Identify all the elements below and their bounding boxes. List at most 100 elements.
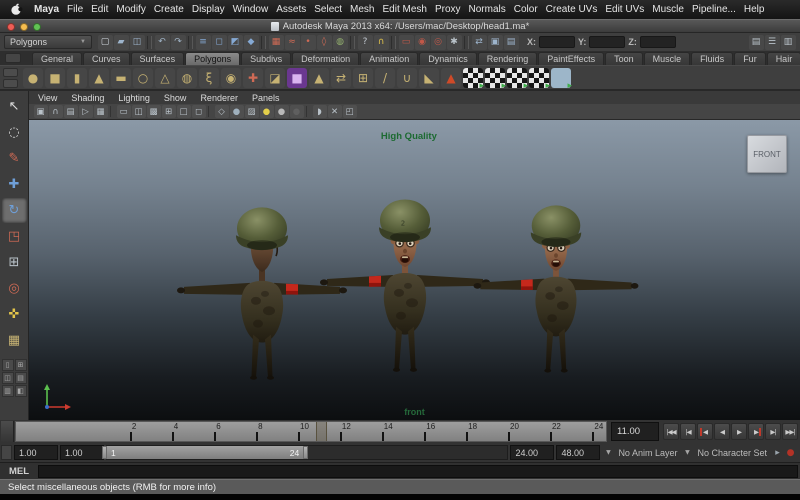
panel-menu-view[interactable]: View [38,93,57,103]
command-line-input[interactable] [38,465,798,478]
minimize-window-button[interactable] [20,23,28,31]
make-live-icon[interactable]: ◍ [333,35,348,50]
lock-camera-icon[interactable]: ∩ [49,105,63,118]
shelf-tab-toon[interactable]: Toon [605,52,643,65]
panel-menu-panels[interactable]: Panels [252,93,280,103]
x-input[interactable] [539,36,575,48]
go-to-playback-start-button[interactable]: |◀◀ [663,423,679,440]
current-time-field[interactable]: 11.00 [611,422,659,441]
isolate-select-icon[interactable]: ◰ [343,105,357,118]
range-start-handle[interactable] [102,446,107,459]
default-light-icon[interactable]: ● [275,105,289,118]
automatic-mapping-icon[interactable] [529,68,549,88]
attribute-editor-icon[interactable]: ▤ [749,35,764,50]
booleans-icon[interactable]: ◪ [265,68,285,88]
bevel-icon[interactable]: ◣ [419,68,439,88]
shelf-tab-subdivs[interactable]: Subdivs [241,52,291,65]
step-forward-one-frame-button[interactable]: ▶| [765,423,781,440]
merge-vertices-icon[interactable]: ∪ [397,68,417,88]
shadows-icon[interactable]: ◗ [313,105,327,118]
menu-normals[interactable]: Normals [469,4,506,15]
film-gate-icon[interactable]: ▭ [117,105,131,118]
use-all-lights-icon[interactable]: ● [260,105,274,118]
menu-file[interactable]: File [67,4,83,15]
poly-sphere-icon[interactable]: ● [23,68,43,88]
soft-modification-tool[interactable]: ◎ [2,276,27,301]
soften-edge-icon[interactable]: ▲ [441,68,461,88]
select-asset-icon[interactable]: ◆ [244,35,259,50]
command-line-language-toggle[interactable]: MEL [0,466,38,477]
open-scene-icon[interactable]: ▰ [114,35,129,50]
snap-to-grid-icon[interactable]: ▦ [269,35,284,50]
apple-menu-icon[interactable] [10,3,23,16]
shelf-menu-button[interactable] [5,53,21,63]
select-component-icon[interactable]: ◩ [228,35,243,50]
layout-persp-uv[interactable]: ◧ [15,385,27,397]
separator[interactable] [147,36,152,49]
bookmark-icon[interactable]: ▷ [79,105,93,118]
gate-mask-icon[interactable]: ▩ [147,105,161,118]
poly-pyramid-icon[interactable]: △ [155,68,175,88]
auto-keyframe-icon[interactable]: ● [784,448,797,458]
split-polygon-icon[interactable]: / [375,68,395,88]
menu-display[interactable]: Display [192,4,225,15]
ipr-render-icon[interactable]: ◎ [431,35,446,50]
menu-edit-mesh[interactable]: Edit Mesh [382,4,426,15]
go-to-playback-end-button[interactable]: ▶▶| [782,423,798,440]
menu-assets[interactable]: Assets [276,4,306,15]
lock-selection-icon[interactable]: ∩ [374,35,389,50]
y-input[interactable] [589,36,625,48]
panel-menu-shading[interactable]: Shading [71,93,104,103]
menu-set-dropdown[interactable]: Polygons▼ [4,35,92,49]
input-connections-icon[interactable]: ? [358,35,373,50]
panel-menu-show[interactable]: Show [164,93,187,103]
universal-manipulator-tool[interactable]: ⊞ [2,250,27,275]
image-plane-icon[interactable]: ▦ [94,105,108,118]
shelf-tab-dynamics[interactable]: Dynamics [419,52,477,65]
z-input[interactable] [640,36,676,48]
time-slider-left-cap[interactable] [1,421,14,442]
no-lights-icon[interactable]: ● [290,105,304,118]
safe-action-icon[interactable]: □ [177,105,191,118]
wireframe-icon[interactable]: ◇ [215,105,229,118]
shelf-tab-animation[interactable]: Animation [360,52,418,65]
smooth-icon[interactable]: ■ [287,68,307,88]
layout-hypershade[interactable]: ▥ [2,385,14,397]
menu-edit-uvs[interactable]: Edit UVs [605,4,644,15]
range-slider-track[interactable]: 1 24 [106,445,508,460]
textured-icon[interactable]: ▨ [245,105,259,118]
separator[interactable] [208,106,212,117]
animation-end-field[interactable]: 48.00 [556,445,600,460]
select-object-icon[interactable]: ◻ [212,35,227,50]
menu-help[interactable]: Help [744,4,765,15]
separator[interactable] [350,36,355,49]
chevron-down-icon[interactable]: ▼ [602,449,614,456]
separator[interactable] [391,36,396,49]
shelf-tab-curves[interactable]: Curves [83,52,130,65]
copy-icon[interactable]: ▣ [488,35,503,50]
poly-plane-icon[interactable]: ▬ [111,68,131,88]
poly-cube-icon[interactable]: ■ [45,68,65,88]
timeline[interactable]: 24681012141618202224 [15,421,607,442]
poly-helix-icon[interactable]: ξ [199,68,219,88]
redo-icon[interactable]: ↷ [171,35,186,50]
snap-to-point-icon[interactable]: • [301,35,316,50]
menu-create[interactable]: Create [154,4,184,15]
layout-persp-graph[interactable]: ▤ [15,372,27,384]
snap-to-curve-icon[interactable]: ≈ [285,35,300,50]
xray-icon[interactable]: ✕ [328,105,342,118]
menu-select[interactable]: Select [314,4,342,15]
shelf-tab-fur[interactable]: Fur [734,52,766,65]
undo-icon[interactable]: ↶ [155,35,170,50]
show-manipulator-tool[interactable]: ✜ [2,302,27,327]
separator[interactable] [110,106,114,117]
chevron-down-icon[interactable]: ▼ [681,449,693,456]
spherical-mapping-icon[interactable] [507,68,527,88]
snap-to-plane-icon[interactable]: ◊ [317,35,332,50]
zoom-window-button[interactable] [33,23,41,31]
panel-menu-lighting[interactable]: Lighting [118,93,150,103]
step-back-one-frame-button[interactable]: |◀ [680,423,696,440]
symmetry-icon[interactable]: ⇄ [472,35,487,50]
menu-create-uvs[interactable]: Create UVs [546,4,598,15]
step-forward-one-key-button[interactable]: ▶ [748,423,764,440]
